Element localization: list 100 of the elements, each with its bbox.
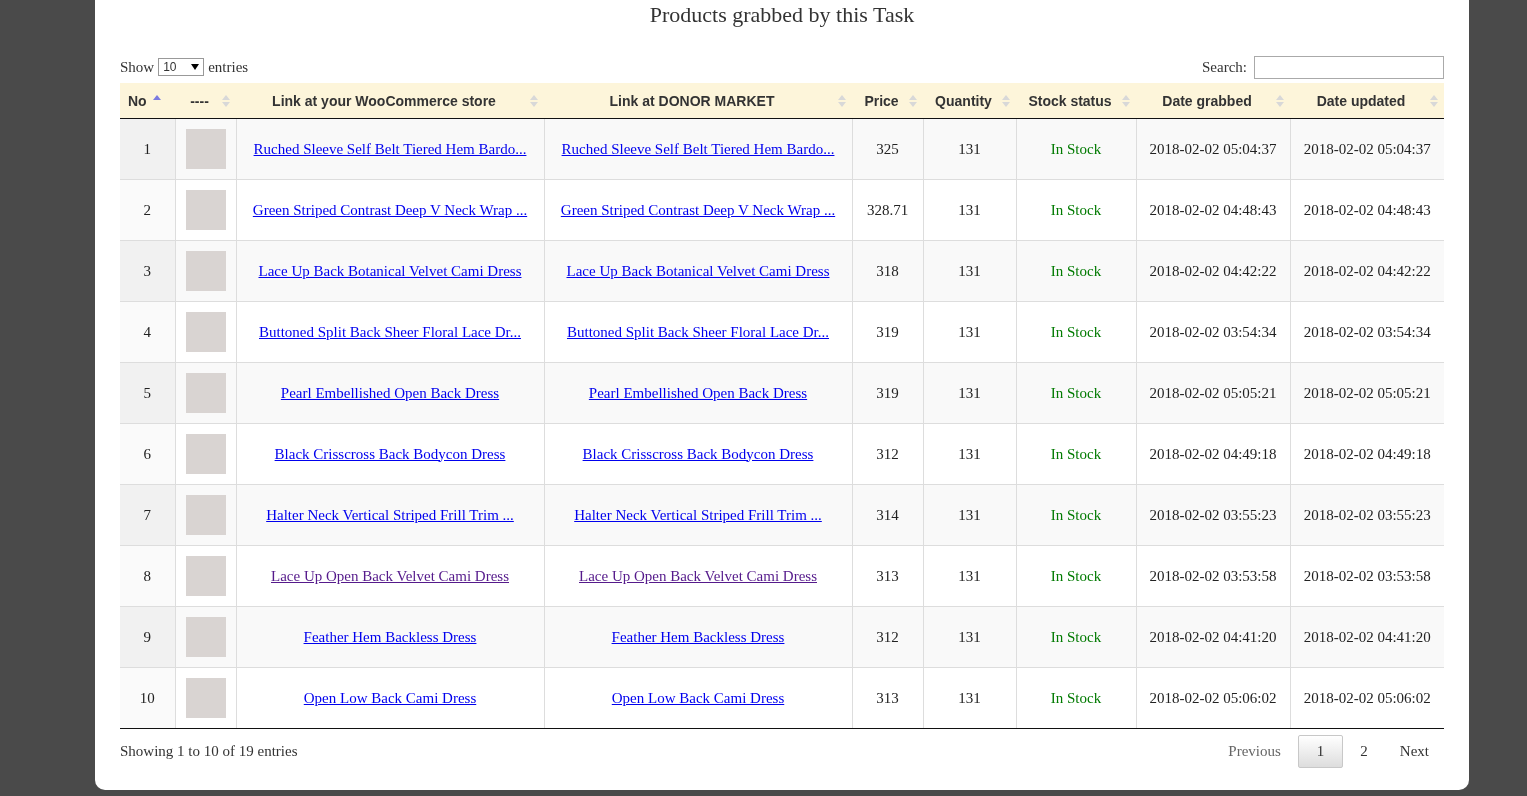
- table-cell: 2: [120, 179, 175, 241]
- sort-icon: [1276, 95, 1284, 107]
- table-cell: 2018-02-02 04:42:22: [1290, 240, 1444, 302]
- table-cell: 318: [852, 240, 923, 302]
- table-cell: In Stock: [1016, 301, 1136, 363]
- column-header[interactable]: Quantity: [923, 83, 1016, 119]
- sort-up-icon: [152, 94, 161, 100]
- table-cell: 2018-02-02 03:55:23: [1136, 484, 1290, 546]
- photo-placeholder: [185, 617, 226, 657]
- table-cell: 131: [923, 240, 1016, 302]
- product-link[interactable]: Open Low Back Cami Dress: [611, 689, 785, 706]
- table-cell: In Stock: [1016, 423, 1136, 485]
- table-cell: 314: [852, 484, 923, 546]
- photo-placeholder: [185, 129, 226, 169]
- column-header[interactable]: Date grabbed: [1136, 83, 1290, 119]
- table-cell: In Stock: [1016, 118, 1136, 180]
- entries-select[interactable]: 10: [158, 58, 205, 76]
- table-cell: 3: [120, 240, 175, 302]
- table-cell: 131: [923, 423, 1016, 485]
- photo-placeholder: [185, 495, 226, 535]
- table-cell: 10: [120, 667, 175, 729]
- search-label: Search:: [1202, 58, 1247, 76]
- table-cell: 2018-02-02 04:42:22: [1136, 240, 1290, 302]
- table-cell: 313: [852, 545, 923, 607]
- table-cell: 2018-02-02 03:55:23: [1290, 484, 1444, 546]
- table-cell: 1: [120, 118, 175, 180]
- sort-icon: [1430, 95, 1438, 107]
- table-cell: In Stock: [1016, 362, 1136, 424]
- column-header[interactable]: Stock status: [1016, 83, 1136, 119]
- table-cell: In Stock: [1016, 545, 1136, 607]
- sort-icon: [530, 95, 538, 107]
- table-cell: 131: [923, 667, 1016, 729]
- sort-icon: [1122, 95, 1130, 107]
- sort-icon: [222, 95, 230, 107]
- search-field[interactable]: [1254, 55, 1444, 79]
- sort-icon: [1002, 95, 1010, 107]
- column-header[interactable]: ----: [175, 83, 236, 119]
- table-cell: 131: [923, 301, 1016, 363]
- table-cell: 9: [120, 606, 175, 668]
- table-cell: 328.71: [852, 179, 923, 241]
- photo-placeholder: [185, 678, 226, 718]
- photo-placeholder: [185, 251, 226, 291]
- product-link[interactable]: Open Low Back Cami Dress: [303, 689, 477, 706]
- table-cell: 131: [923, 484, 1016, 546]
- table-cell: 5: [120, 362, 175, 424]
- table-cell: 2018-02-02 05:05:21: [1290, 362, 1444, 424]
- product-link[interactable]: Feather Hem Backless Dress: [611, 628, 785, 645]
- table-cell: In Stock: [1016, 240, 1136, 302]
- table-cell: In Stock: [1016, 667, 1136, 729]
- photo-placeholder: [185, 373, 226, 413]
- table-cell: 2018-02-02 04:48:43: [1136, 179, 1290, 241]
- sort-icon: [838, 95, 846, 107]
- table-cell: 325: [852, 118, 923, 180]
- product-link[interactable]: Pearl Embellished Open Back Dress: [588, 384, 808, 401]
- table-cell: 131: [923, 362, 1016, 424]
- table-cell: 131: [923, 179, 1016, 241]
- table-cell: 2018-02-02 04:49:18: [1136, 423, 1290, 485]
- page-button[interactable]: 1: [1297, 735, 1344, 768]
- table-cell: In Stock: [1016, 179, 1136, 241]
- table-cell: 131: [923, 606, 1016, 668]
- table-cell: 6: [120, 423, 175, 485]
- table-cell: 313: [852, 667, 923, 729]
- show-label: Show: [120, 58, 155, 76]
- product-link[interactable]: Feather Hem Backless Dress: [303, 628, 477, 645]
- sort-icon: [909, 95, 917, 107]
- page-title: Products grabbed by this Task: [648, 1, 916, 29]
- table-cell: In Stock: [1016, 606, 1136, 668]
- photo-placeholder: [185, 434, 226, 474]
- column-header[interactable]: No: [120, 83, 175, 119]
- table-cell: In Stock: [1016, 484, 1136, 546]
- table-cell: 2018-02-02 04:41:20: [1290, 606, 1444, 668]
- photo-placeholder: [185, 556, 226, 596]
- column-header[interactable]: Link at DONOR MARKET: [544, 83, 852, 119]
- table-cell: 2018-02-02 05:05:21: [1136, 362, 1290, 424]
- table-cell: 2018-02-02 03:54:34: [1136, 301, 1290, 363]
- table-cell: 131: [923, 118, 1016, 180]
- table-cell: 2018-02-02 05:04:37: [1136, 118, 1290, 180]
- table-cell: 4: [120, 301, 175, 363]
- next-button[interactable]: Next: [1384, 735, 1444, 768]
- entries-info: Showing 1 to 10 of 19 entries: [120, 743, 298, 760]
- caret-icon: [191, 64, 200, 70]
- table-cell: 2018-02-02 05:06:02: [1136, 667, 1290, 729]
- table-cell: 2018-02-02 05:04:37: [1290, 118, 1444, 180]
- table-cell: 319: [852, 362, 923, 424]
- column-header[interactable]: Date updated: [1290, 83, 1444, 119]
- table-cell: 8: [120, 545, 175, 607]
- page-button[interactable]: 2: [1345, 735, 1383, 768]
- previous-button[interactable]: Previous: [1213, 735, 1296, 768]
- photo-placeholder: [185, 312, 226, 352]
- column-header[interactable]: Link at your WooCommerce store: [236, 83, 544, 119]
- product-link[interactable]: Pearl Embellished Open Back Dress: [280, 384, 500, 401]
- table-cell: 131: [923, 545, 1016, 607]
- column-header[interactable]: Price: [852, 83, 923, 119]
- entries-label: entries: [208, 58, 249, 76]
- table-cell: 312: [852, 606, 923, 668]
- table-cell: 2018-02-02 04:41:20: [1136, 606, 1290, 668]
- table-cell: 319: [852, 301, 923, 363]
- table-cell: 2018-02-02 03:53:58: [1136, 545, 1290, 607]
- table-cell: 7: [120, 484, 175, 546]
- table-cell: 312: [852, 423, 923, 485]
